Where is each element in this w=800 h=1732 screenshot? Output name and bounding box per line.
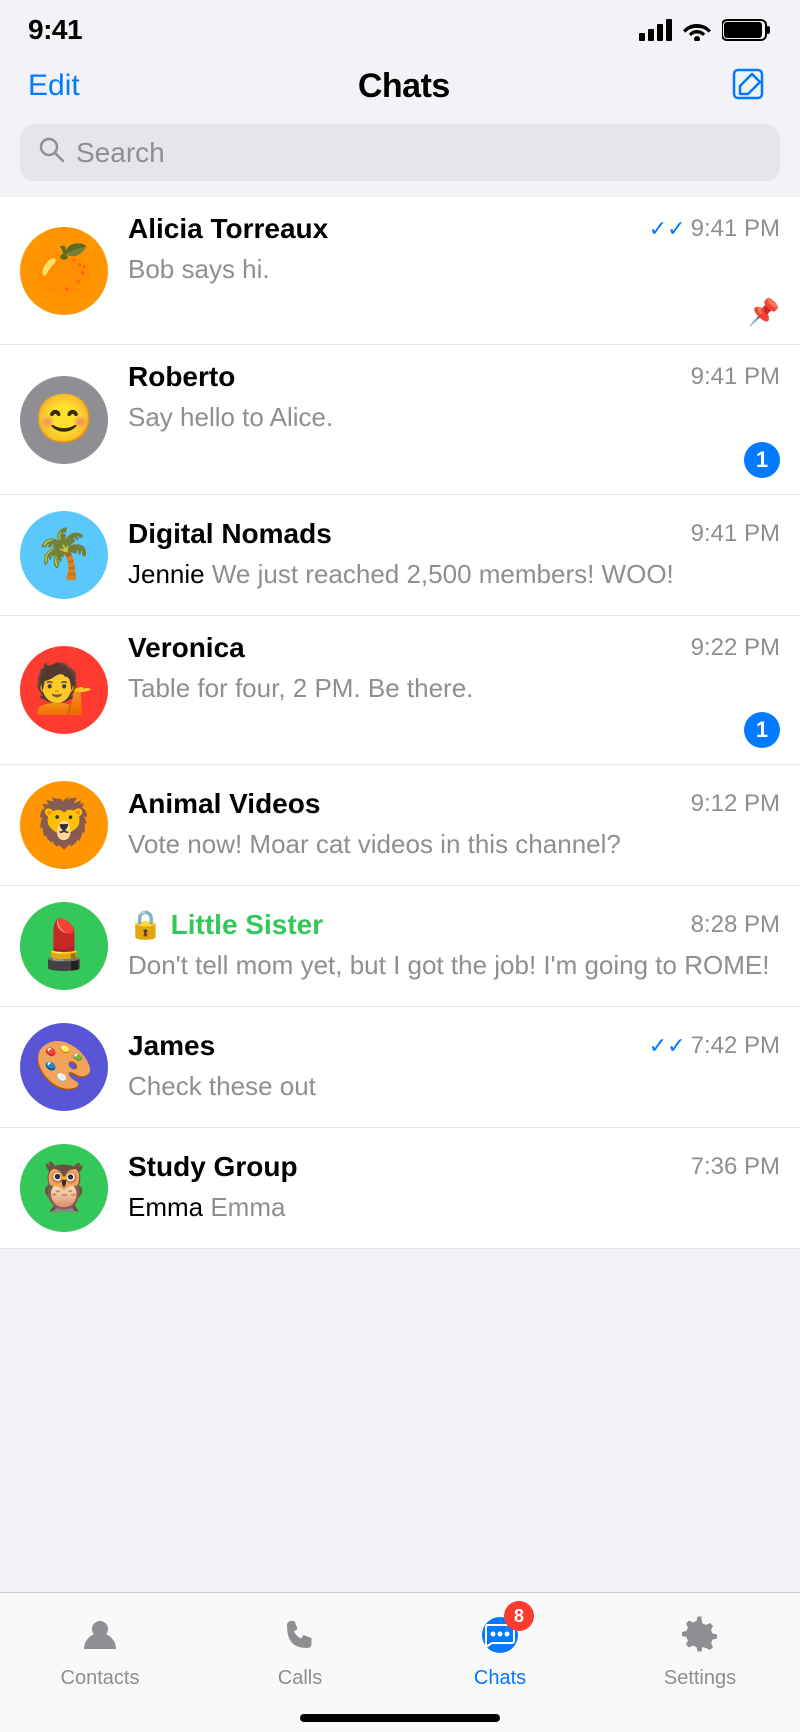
unread-badge-roberto: 1 [744,442,780,478]
compose-icon [732,68,768,104]
battery-icon [722,18,772,42]
chat-item-james[interactable]: 🎨 James ✓✓7:42 PM Check these out [0,1007,800,1128]
search-placeholder: Search [76,137,165,169]
tab-chats[interactable]: 8 Chats [400,1609,600,1690]
chat-item-animal-videos[interactable]: 🦁 Animal Videos 9:12 PM Vote now! Moar cat … [0,765,800,886]
avatar-little-sister: 💄 [20,902,108,990]
chat-name-veronica: Veronica [128,632,245,664]
chat-preview-james: Check these out [128,1068,780,1104]
wifi-icon [682,19,712,41]
tab-contacts[interactable]: Contacts [0,1609,200,1690]
tab-settings[interactable]: Settings [600,1609,800,1690]
avatar-roberto: 😊 [20,376,108,464]
chat-item-digital-nomads[interactable]: 🌴 Digital Nomads 9:41 PM Jennie We just rea… [0,495,800,616]
home-indicator [300,1714,500,1722]
chat-time-james: ✓✓7:42 PM [649,1032,780,1060]
chat-item-alicia[interactable]: 🍊 Alicia Torreaux ✓✓9:41 PM Bob says hi. 📌 [0,197,800,345]
chat-time-animal-videos: 9:12 PM [691,790,780,818]
settings-icon [674,1609,726,1661]
search-bar[interactable]: Search [20,124,780,181]
chat-preview-roberto: Say hello to Alice. [128,399,780,435]
avatar-animal-videos: 🦁 [20,781,108,869]
tab-chats-label: Chats [474,1667,526,1690]
chat-preview-animal-videos: Vote now! Moar cat videos in this channe… [128,826,780,862]
chat-item-roberto[interactable]: 😊 Roberto 9:41 PM Say hello to Alice. 1 [0,345,800,494]
avatar-veronica: 💁 [20,646,108,734]
tab-bar: Contacts Calls 8 Chats [0,1592,800,1732]
chat-name-little-sister: 🔒 Little Sister [128,908,323,941]
chat-item-veronica[interactable]: 💁 Veronica 9:22 PM Table for four, 2 PM. Be… [0,616,800,765]
chat-name-animal-videos: Animal Videos [128,788,320,820]
avatar-alicia: 🍊 [20,227,108,315]
chat-preview-little-sister: Don't tell mom yet, but I got the job! I… [128,947,780,983]
calls-icon [274,1609,326,1661]
chat-name-study-group: Study Group [128,1151,298,1183]
search-container: Search [0,124,800,197]
chat-time-little-sister: 8:28 PM [691,911,780,939]
avatar-digital-nomads: 🌴 [20,511,108,599]
avatar-study-group: 🦉 [20,1144,108,1232]
signal-icon [639,19,672,41]
chat-time-alicia: ✓✓9:41 PM [649,215,780,243]
chat-time-veronica: 9:22 PM [691,634,780,662]
edit-button[interactable]: Edit [28,69,80,103]
status-icons [639,18,772,42]
chat-list: 🍊 Alicia Torreaux ✓✓9:41 PM Bob says hi. 📌 😊 R… [0,197,800,1249]
chat-preview-digital-nomads: Jennie We just reached 2,500 members! WO… [128,556,780,592]
unread-badge-veronica: 1 [744,712,780,748]
tab-settings-label: Settings [664,1667,736,1690]
page-title: Chats [358,67,450,106]
contacts-icon [74,1609,126,1661]
chat-name-james: James [128,1030,215,1062]
avatar-james: 🎨 [20,1023,108,1111]
tab-calls[interactable]: Calls [200,1609,400,1690]
status-time: 9:41 [28,14,82,46]
chats-badge: 8 [504,1601,534,1631]
tab-contacts-label: Contacts [61,1667,140,1690]
nav-header: Edit Chats [0,54,800,124]
compose-button[interactable] [728,64,772,108]
chat-name-alicia: Alicia Torreaux [128,213,328,245]
chat-time-study-group: 7:36 PM [691,1153,780,1181]
chat-name-roberto: Roberto [128,361,235,393]
pin-icon-alicia: 📌 [748,297,780,328]
chats-icon: 8 [474,1609,526,1661]
chat-preview-study-group: Emma Emma [128,1189,780,1225]
status-bar: 9:41 [0,0,800,54]
chat-name-digital-nomads: Digital Nomads [128,518,332,550]
tab-calls-label: Calls [278,1667,322,1690]
chat-preview-veronica: Table for four, 2 PM. Be there. [128,670,780,706]
chat-preview-alicia: Bob says hi. [128,251,780,287]
search-icon [38,136,66,169]
chat-item-study-group[interactable]: 🦉 Study Group 7:36 PM Emma Emma [0,1128,800,1249]
chat-time-roberto: 9:41 PM [691,363,780,391]
chat-time-digital-nomads: 9:41 PM [691,520,780,548]
chat-item-little-sister[interactable]: 💄 🔒 Little Sister 8:28 PM Don't tell mom ye… [0,886,800,1007]
